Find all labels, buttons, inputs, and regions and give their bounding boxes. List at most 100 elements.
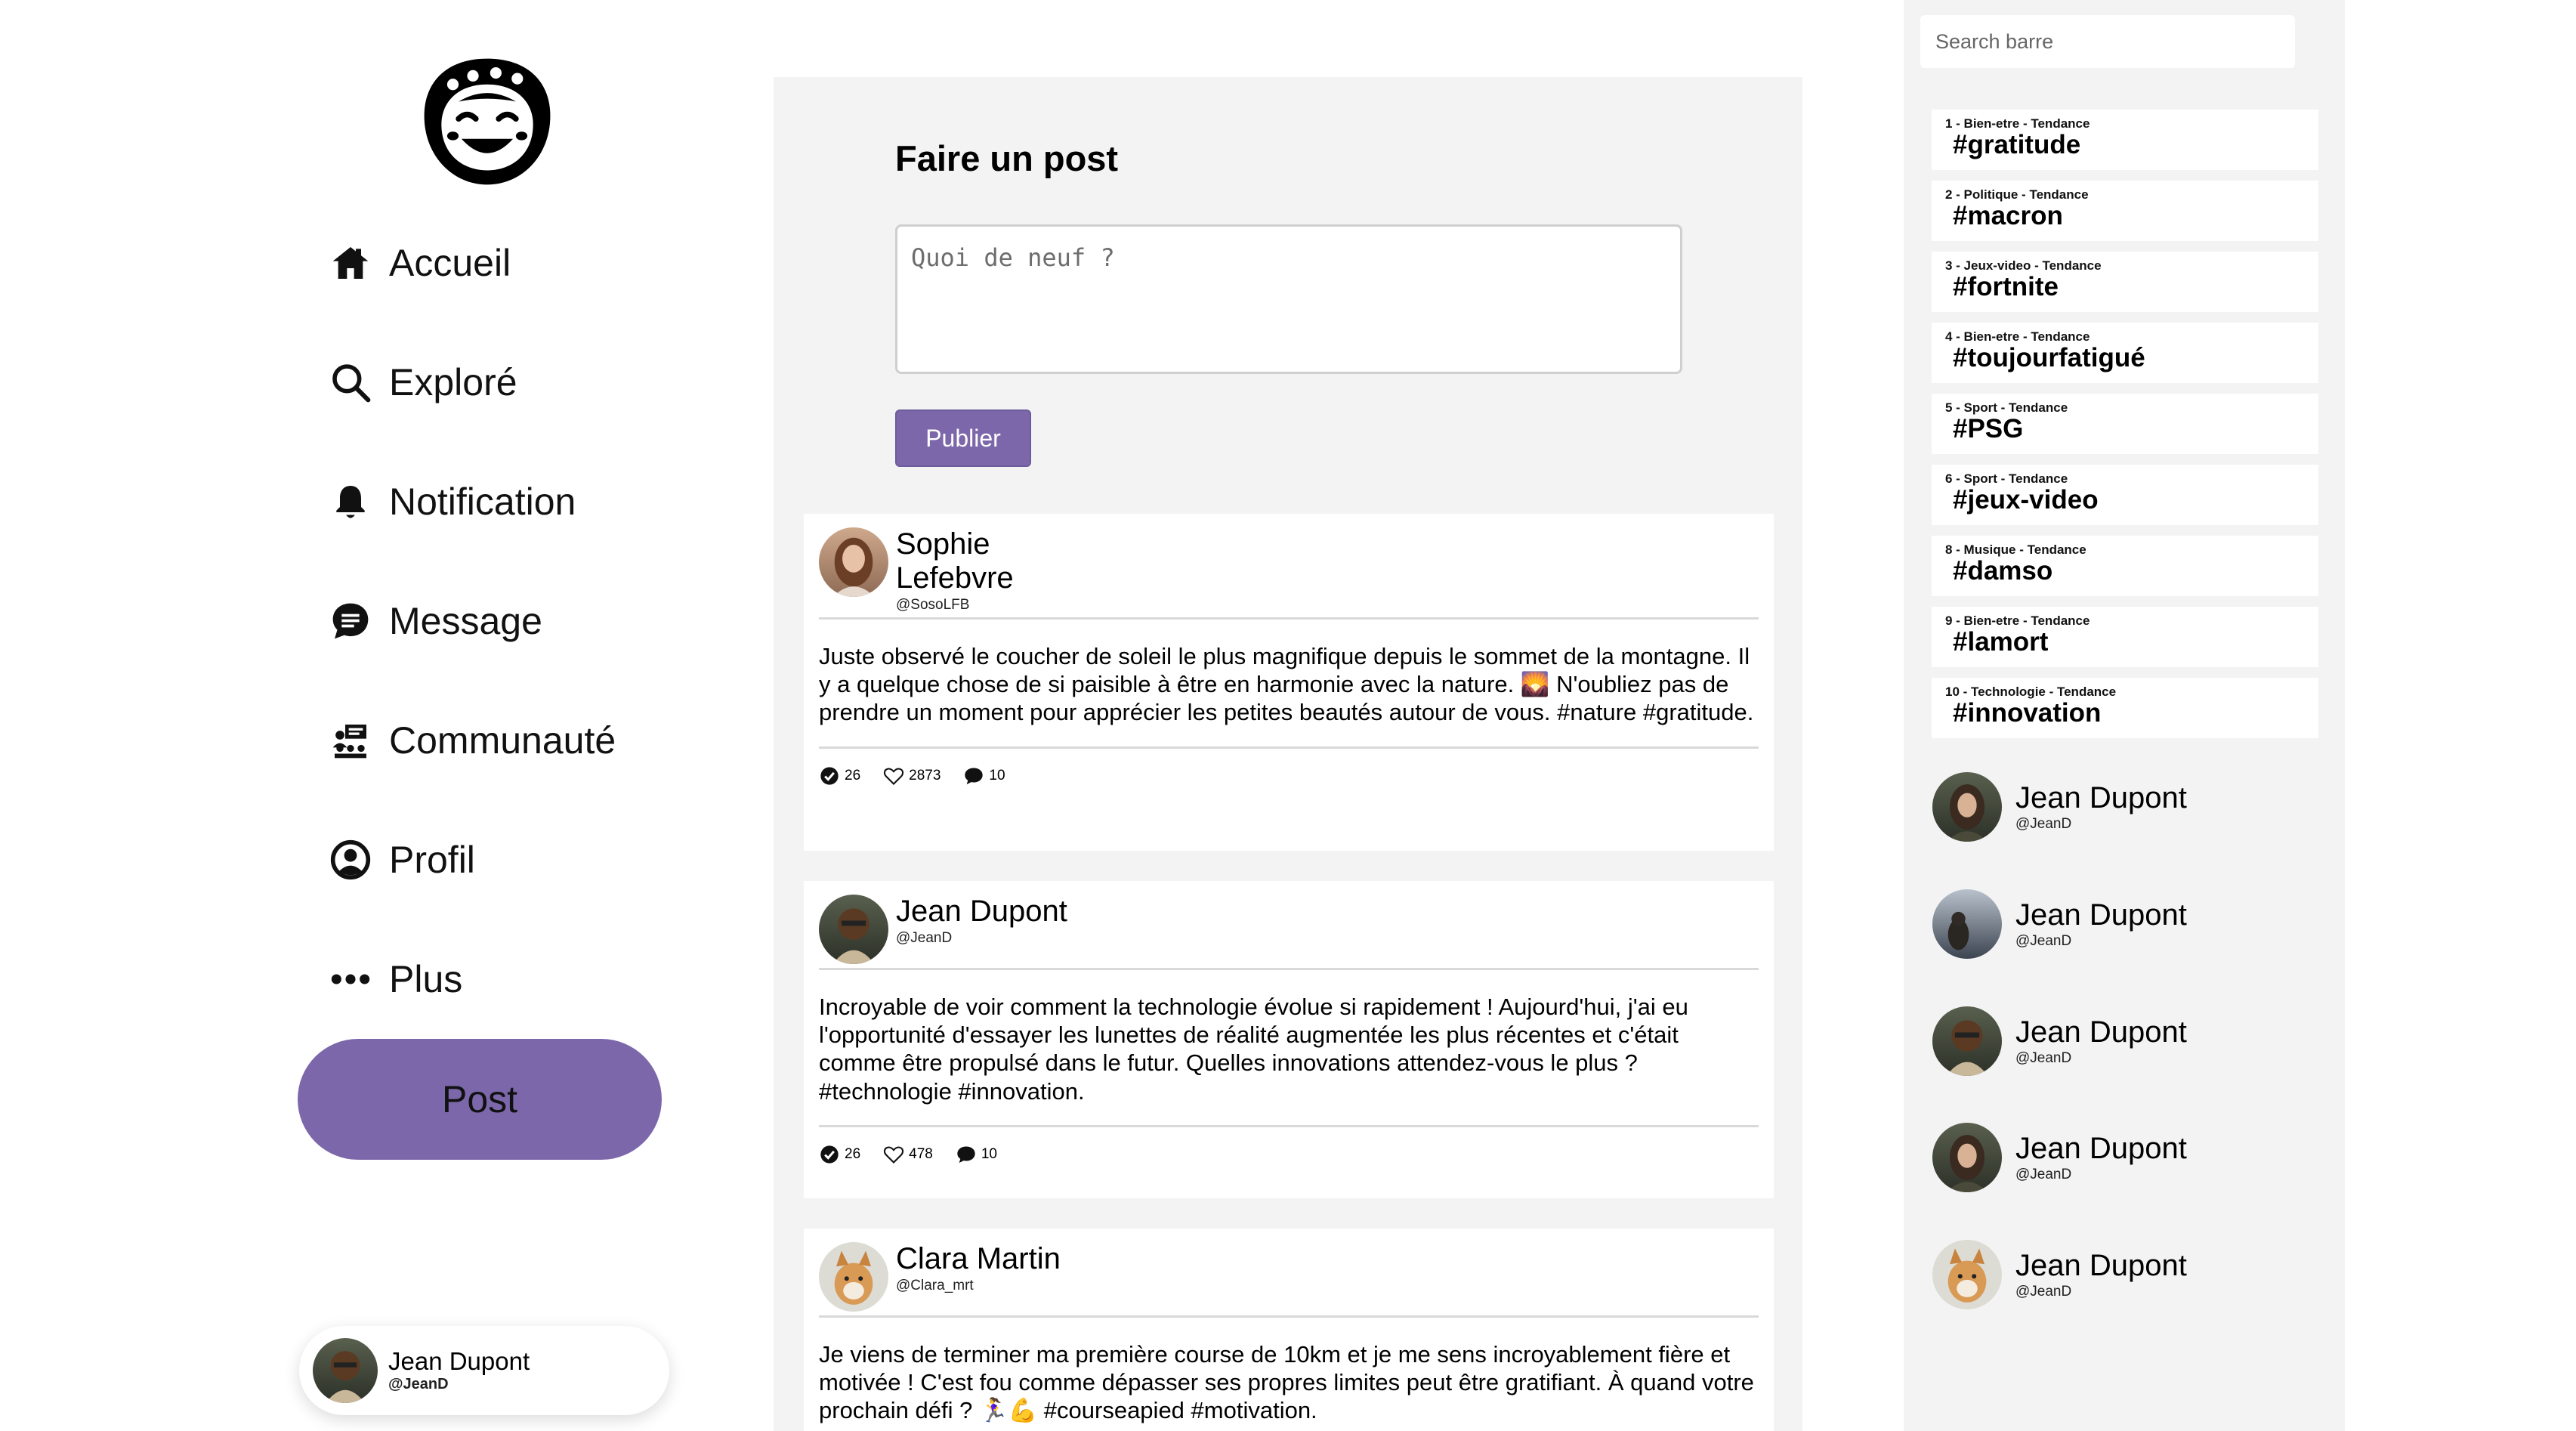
nav-item-accueil[interactable]: Accueil [329, 233, 511, 293]
nav-item-notification[interactable]: Notification [329, 471, 576, 532]
comment-button[interactable]: 10 [956, 1144, 997, 1165]
like-button[interactable]: 478 [883, 1144, 933, 1165]
suggested-user[interactable]: Jean Dupont @JeanD [1932, 769, 2187, 845]
bell-icon [329, 480, 372, 524]
suggested-user-name: Jean Dupont [2015, 1249, 2187, 1282]
avatar [1932, 1006, 2002, 1076]
feed-post[interactable]: Jean Dupont @JeanD Incroyable de voir co… [804, 881, 1774, 1198]
nav-label: Communauté [389, 719, 616, 762]
trend-tag: #jeux-video [1953, 485, 2099, 515]
nav-item-message[interactable]: Message [329, 591, 542, 651]
trend-tag: #innovation [1953, 698, 2102, 728]
composer-title: Faire un post [895, 138, 1119, 178]
trend-tag: #PSG [1953, 414, 2024, 444]
suggested-user-handle: @JeanD [2015, 1050, 2072, 1066]
nav-item-profil[interactable]: Profil [329, 830, 475, 890]
avatar[interactable] [819, 527, 888, 597]
suggested-user[interactable]: Jean Dupont @JeanD [1932, 1003, 2187, 1079]
nav-label: Profil [389, 839, 475, 881]
post-handle[interactable]: @JeanD [896, 930, 1067, 947]
left-sidebar: Accueil Exploré Notification Message Com… [0, 0, 755, 1431]
repost-button[interactable]: 26 [819, 1144, 860, 1165]
comment-count: 10 [989, 767, 1005, 783]
search-input[interactable] [1920, 15, 2295, 68]
trend-tag: #fortnite [1953, 272, 2059, 301]
nav-label: Message [389, 600, 542, 642]
trend-item[interactable]: 10 - Technologie - Tendance #innovation [1932, 678, 2318, 738]
comment-icon [965, 768, 984, 784]
post-button-label: Post [441, 1078, 518, 1120]
publish-button[interactable]: Publier [895, 410, 1031, 467]
feed-post[interactable]: Clara Martin @Clara_mrt Je viens de term… [804, 1229, 1774, 1431]
comment-count: 10 [981, 1145, 997, 1162]
like-count: 2873 [909, 767, 941, 783]
like-button[interactable]: 2873 [883, 765, 941, 787]
avatar [1932, 1240, 2002, 1309]
trend-item[interactable]: 9 - Bien-etre - Tendance #lamort [1932, 607, 2318, 667]
repost-count: 26 [845, 767, 861, 783]
suggested-user-name: Jean Dupont [2015, 781, 2187, 814]
more-icon [329, 957, 372, 1001]
trend-meta: 4 - Bien-etre - Tendance [1945, 329, 2090, 344]
post-header: Jean Dupont @JeanD [819, 895, 1759, 970]
trend-meta: 6 - Sport - Tendance [1945, 471, 2068, 486]
nav-label: Accueil [389, 242, 511, 284]
trend-meta: 2 - Politique - Tendance [1945, 187, 2089, 202]
composer-input[interactable] [895, 224, 1682, 374]
current-user-name: Jean Dupont [388, 1347, 530, 1376]
trend-tag: #toujourfatigué [1953, 343, 2145, 372]
avatar [313, 1338, 378, 1403]
post-actions: 26 478 10 [819, 1127, 1759, 1171]
trend-item[interactable]: 2 - Politique - Tendance #macron [1932, 181, 2318, 241]
comment-button[interactable]: 10 [963, 765, 1005, 787]
suggested-user[interactable]: Jean Dupont @JeanD [1932, 1120, 2187, 1195]
trend-item[interactable]: 4 - Bien-etre - Tendance #toujourfatigué [1932, 323, 2318, 383]
trend-tag: #lamort [1953, 627, 2049, 657]
trend-item[interactable]: 6 - Sport - Tendance #jeux-video [1932, 465, 2318, 525]
trend-item[interactable]: 1 - Bien-etre - Tendance #gratitude [1932, 110, 2318, 170]
repost-icon [820, 766, 839, 785]
post-actions: 26 2873 10 [819, 749, 1759, 793]
nav-item-explore[interactable]: Exploré [329, 352, 517, 413]
avatar[interactable] [819, 1242, 888, 1312]
post-text: Incroyable de voir comment la technologi… [819, 970, 1759, 1127]
suggested-user-name: Jean Dupont [2015, 898, 2187, 932]
suggested-user-name: Jean Dupont [2015, 1015, 2187, 1049]
nav-label: Exploré [389, 361, 517, 403]
post-author[interactable]: Clara Martin [896, 1242, 1061, 1276]
suggested-user-handle: @JeanD [2015, 816, 2072, 832]
nav-item-communaute[interactable]: Communauté [329, 710, 616, 771]
community-icon [329, 719, 372, 762]
repost-button[interactable]: 26 [819, 765, 860, 787]
feed-post[interactable]: Sophie Lefebvre @SosoLFB Juste observé l… [804, 514, 1774, 851]
post-button[interactable]: Post [298, 1039, 662, 1160]
nav-label: Plus [389, 958, 463, 1000]
post-author[interactable]: Jean Dupont [896, 895, 1067, 929]
app-logo[interactable] [415, 53, 559, 190]
post-handle[interactable]: @Clara_mrt [896, 1278, 1061, 1294]
avatar[interactable] [819, 895, 888, 964]
heart-icon [884, 1146, 904, 1164]
suggested-user-handle: @JeanD [2015, 1284, 2072, 1300]
suggested-user[interactable]: Jean Dupont @JeanD [1932, 1237, 2187, 1312]
chat-icon [329, 599, 372, 643]
trend-item[interactable]: 3 - Jeux-video - Tendance #fortnite [1932, 252, 2318, 312]
heart-icon [884, 768, 904, 785]
post-handle[interactable]: @SosoLFB [896, 597, 1047, 614]
like-count: 478 [909, 1145, 933, 1162]
trend-item[interactable]: 5 - Sport - Tendance #PSG [1932, 394, 2318, 454]
nav-item-plus[interactable]: Plus [329, 949, 462, 1009]
trend-meta: 9 - Bien-etre - Tendance [1945, 614, 2090, 628]
post-text: Je viens de terminer ma première course … [819, 1341, 1754, 1424]
right-sidebar: 1 - Bien-etre - Tendance #gratitude 2 - … [1904, 0, 2345, 1431]
current-user-handle: @JeanD [388, 1375, 449, 1392]
post-header: Sophie Lefebvre @SosoLFB [819, 527, 1759, 620]
current-user-card[interactable]: Jean Dupont @JeanD [299, 1326, 669, 1415]
trend-item[interactable]: 8 - Musique - Tendance #damso [1932, 536, 2318, 596]
post-author[interactable]: Sophie Lefebvre [896, 527, 1047, 595]
repost-count: 26 [845, 1145, 861, 1162]
nav-label: Notification [389, 481, 576, 523]
trend-meta: 5 - Sport - Tendance [1945, 400, 2068, 415]
suggested-user[interactable]: Jean Dupont @JeanD [1932, 886, 2187, 962]
home-icon [329, 241, 372, 285]
